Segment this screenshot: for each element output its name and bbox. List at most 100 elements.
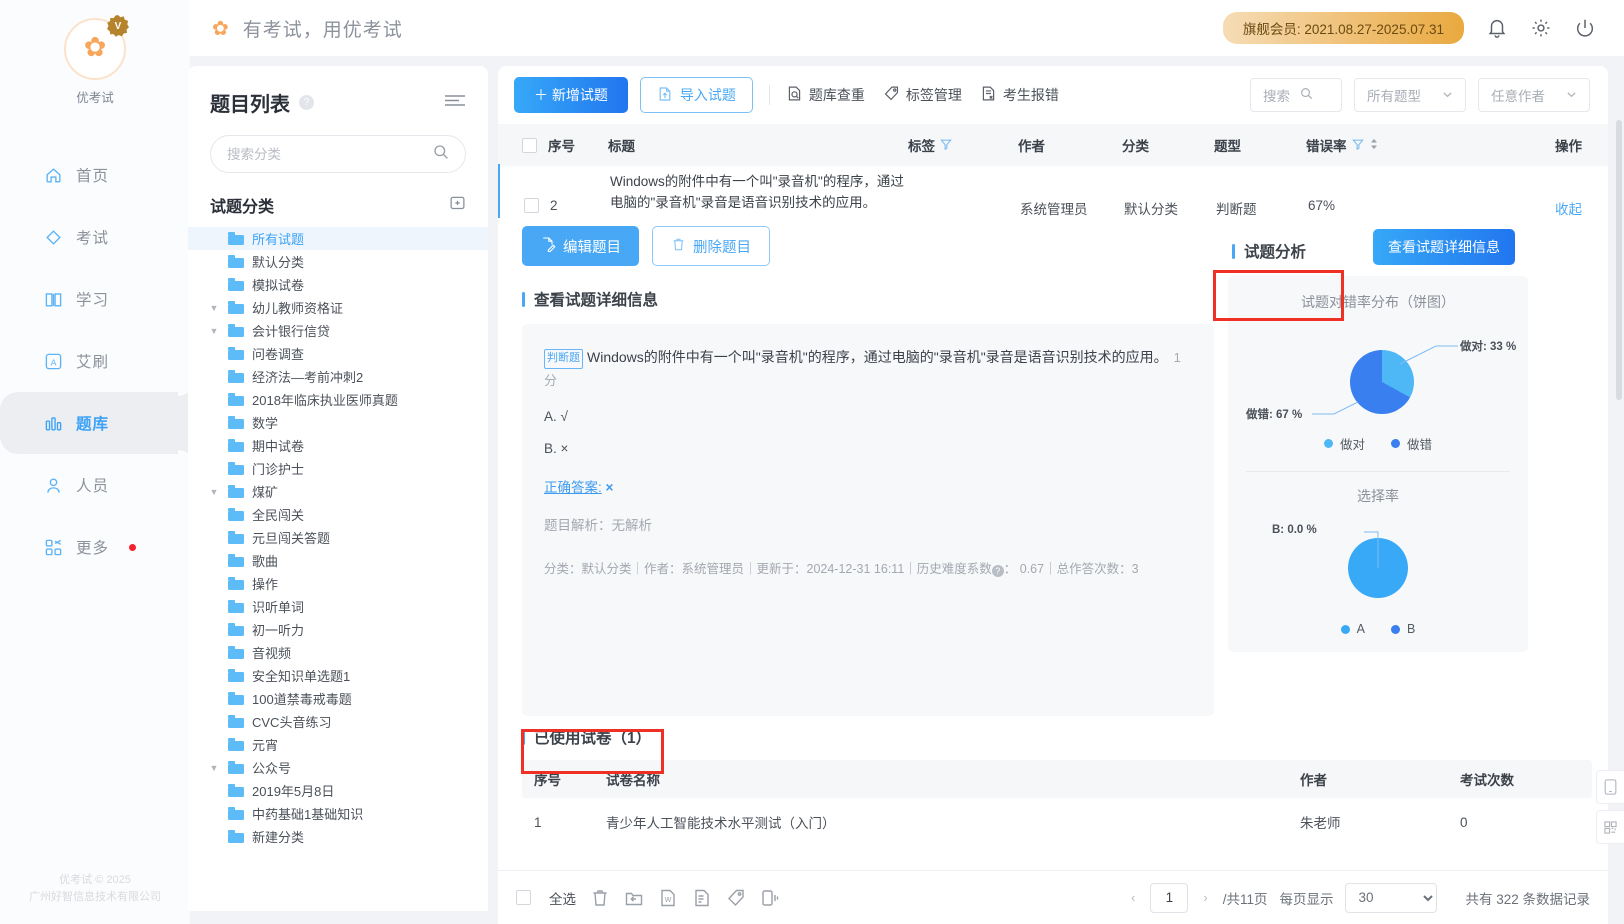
search-icon[interactable] xyxy=(433,144,449,165)
category-tree-item[interactable]: 数学 xyxy=(188,411,488,434)
add-category-icon[interactable] xyxy=(449,194,466,216)
add-question-button[interactable]: ＋ 新增试题 xyxy=(514,77,628,113)
power-icon[interactable] xyxy=(1574,17,1596,39)
category-tree-item[interactable]: 歌曲 xyxy=(188,549,488,572)
column-tag[interactable]: 标签 xyxy=(908,135,1018,155)
legend-item-b[interactable]: B xyxy=(1391,622,1415,636)
list-menu-icon[interactable] xyxy=(444,93,466,113)
category-tree-item[interactable]: 期中试卷 xyxy=(188,434,488,457)
table-row[interactable]: 2 Windows的附件中有一个叫"录音机"的程序，通过电脑的"录音机"录音是语… xyxy=(498,164,1608,218)
category-tree-item[interactable]: 中药基础1基础知识 xyxy=(188,802,488,825)
row-checkbox[interactable] xyxy=(523,198,539,213)
select-all-checkbox[interactable] xyxy=(516,890,531,905)
category-tree-item[interactable]: 默认分类 xyxy=(188,250,488,273)
tag-batch-icon[interactable] xyxy=(726,888,746,908)
row-collapse-link[interactable]: 收起 xyxy=(1428,172,1596,218)
legend-item-a[interactable]: A xyxy=(1340,622,1365,636)
question-search-box[interactable]: 搜索 xyxy=(1250,78,1342,112)
page-scrollbar[interactable] xyxy=(1616,120,1622,400)
category-tree-item[interactable]: 经济法—考前冲刺2 xyxy=(188,365,488,388)
sidebar-item-question-bank[interactable]: 题库 xyxy=(0,392,190,454)
search-input[interactable] xyxy=(227,146,433,162)
question-detail-area: 编辑题目 删除题目 查看试题详细信息 判断题 Windows的附件中有一个叫"录… xyxy=(498,218,1608,716)
chevron-down-icon[interactable]: ▼ xyxy=(208,763,220,773)
tag-manage-button[interactable]: 标签管理 xyxy=(883,85,962,105)
prev-page-button[interactable]: ‹ xyxy=(1128,890,1138,905)
row-checkbox-cell[interactable] xyxy=(512,172,550,218)
category-tree-item[interactable]: 新建分类 xyxy=(188,825,488,848)
move-folder-icon[interactable] xyxy=(624,888,644,908)
chevron-down-icon[interactable]: ▼ xyxy=(208,487,220,497)
mobile-preview-icon[interactable] xyxy=(1596,770,1624,804)
word-export-icon[interactable]: W xyxy=(658,888,678,908)
excel-export-icon[interactable] xyxy=(692,888,712,908)
category-tree-item[interactable]: 元宵 xyxy=(188,733,488,756)
legend-item-correct[interactable]: 做对 xyxy=(1323,434,1365,453)
copyright-line: 优考试 © 2025 xyxy=(59,873,131,886)
import-question-button[interactable]: 导入试题 xyxy=(639,77,753,113)
legend-item-wrong[interactable]: 做错 xyxy=(1391,434,1432,453)
category-tree-item[interactable]: ▼ 幼儿教师资格证 xyxy=(188,296,488,319)
sidebar-item-people[interactable]: 人员 xyxy=(0,454,190,516)
trash-icon[interactable] xyxy=(590,888,610,908)
category-tree-item[interactable]: CVC头音练习 xyxy=(188,710,488,733)
category-tree-item[interactable]: 2018年临床执业医师真题 xyxy=(188,388,488,411)
folder-icon xyxy=(228,370,244,383)
category-tree-item[interactable]: 2019年5月8日 xyxy=(188,779,488,802)
category-tree-item[interactable]: 问卷调查 xyxy=(188,342,488,365)
sidebar-item-study[interactable]: 学习 xyxy=(0,268,190,330)
bell-icon[interactable] xyxy=(1486,17,1508,39)
chevron-down-icon[interactable]: ▼ xyxy=(208,326,220,336)
folder-icon xyxy=(228,692,244,705)
used-papers-row[interactable]: 1 青少年人工智能技术水平测试（入门） 朱老师 0 xyxy=(522,798,1592,832)
question-type-filter[interactable]: 所有题型 xyxy=(1354,78,1466,112)
filter-icon[interactable] xyxy=(1351,138,1364,153)
category-tree-item[interactable]: 100道禁毒戒毒题 xyxy=(188,687,488,710)
dedupe-button[interactable]: 题库查重 xyxy=(786,85,865,105)
chevron-down-icon[interactable]: ▼ xyxy=(208,303,220,313)
category-tree-item[interactable]: ▼ 公众号 xyxy=(188,756,488,779)
student-report-button[interactable]: 考生报错 xyxy=(980,85,1059,105)
folder-icon xyxy=(228,577,244,590)
category-tree-item[interactable]: 门诊护士 xyxy=(188,457,488,480)
sidebar-item-home[interactable]: 首页 xyxy=(0,144,190,206)
category-tree-item[interactable]: 元旦闯关答题 xyxy=(188,526,488,549)
qr-code-icon[interactable] xyxy=(1596,810,1624,844)
category-tree-item[interactable]: 模拟试卷 xyxy=(188,273,488,296)
category-tree-item[interactable]: ▼ 煤矿 xyxy=(188,480,488,503)
category-tree-item[interactable]: 操作 xyxy=(188,572,488,595)
svg-text:W: W xyxy=(665,897,672,904)
filter-icon[interactable] xyxy=(940,138,952,153)
category-tree-item[interactable]: 所有试题 xyxy=(188,227,488,250)
help-icon[interactable]: ? xyxy=(991,564,1004,577)
vip-status-badge[interactable]: 旗舰会员: 2021.08.27-2025.07.31 xyxy=(1222,12,1464,44)
gear-icon[interactable] xyxy=(1530,17,1552,39)
view-question-detail-button[interactable]: 查看试题详细信息 xyxy=(1373,229,1515,265)
print-icon[interactable] xyxy=(760,888,780,908)
header-tagline: 有考试，用优考试 xyxy=(242,19,403,41)
category-tree-item[interactable]: 初一听力 xyxy=(188,618,488,641)
category-tree[interactable]: 所有试题 默认分类 模拟试卷 ▼ 幼儿教师资格证 ▼ 会计银行信贷 问卷调查 经济法—考前冲刺2… xyxy=(188,227,488,911)
page-input[interactable] xyxy=(1150,882,1189,913)
sidebar-item-exam[interactable]: 考试 xyxy=(0,206,190,268)
category-search-box[interactable] xyxy=(210,135,466,173)
edit-question-button[interactable]: 编辑题目 xyxy=(522,226,639,266)
next-page-button[interactable]: › xyxy=(1200,890,1210,905)
sidebar-item-more[interactable]: 更多 xyxy=(0,516,190,578)
header-checkbox[interactable] xyxy=(521,137,537,153)
delete-question-button[interactable]: 删除题目 xyxy=(652,226,770,266)
category-tree-item[interactable]: 音视频 xyxy=(188,641,488,664)
category-tree-item[interactable]: ▼ 会计银行信贷 xyxy=(188,319,488,342)
sort-icon[interactable] xyxy=(1369,138,1379,153)
category-tree-item[interactable]: 全民闯关 xyxy=(188,503,488,526)
category-tree-item[interactable]: 识听单词 xyxy=(188,595,488,618)
select-all-header[interactable] xyxy=(510,137,548,153)
column-error-rate[interactable]: 错误率 xyxy=(1306,135,1426,155)
per-page-select[interactable]: 10203050100 xyxy=(1345,882,1438,913)
category-tree-item[interactable]: 安全知识单选题1 xyxy=(188,664,488,687)
search-icon[interactable] xyxy=(1300,87,1313,103)
sidebar-item-aibrush[interactable]: A 艾刷 xyxy=(0,330,190,392)
left-nav-rail: ✿ V 优考试 首页 考试 学习 A 艾刷 题库 人员 更多 优考试 © 202… xyxy=(0,0,190,924)
author-filter[interactable]: 任意作者 xyxy=(1478,78,1590,112)
help-icon[interactable]: ? xyxy=(299,95,314,110)
